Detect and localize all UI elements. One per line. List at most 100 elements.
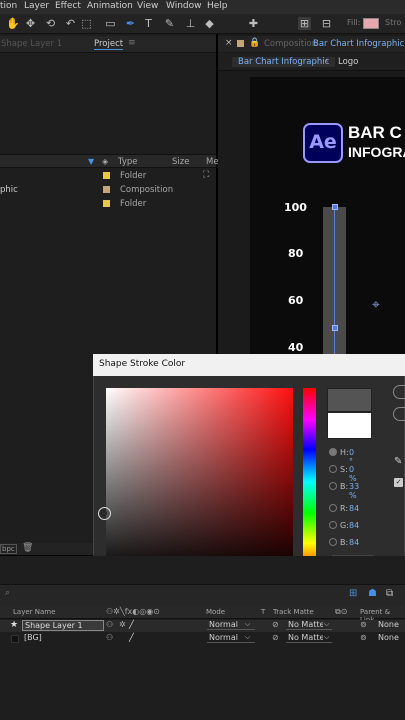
- mode-dropdown[interactable]: Normal ⌵: [207, 633, 255, 643]
- fill-label: Fill:: [347, 18, 361, 27]
- graph-editor-icon[interactable]: ☗: [368, 588, 377, 599]
- radio-b[interactable]: [329, 482, 337, 490]
- chevron-down-icon: ⌵: [324, 620, 330, 628]
- pen-tool-icon[interactable]: ✒: [124, 17, 137, 30]
- ytick-label: 60: [288, 294, 304, 307]
- project-row[interactable]: Folder: [0, 197, 216, 211]
- collapse-icon[interactable]: ✲: [119, 620, 126, 629]
- timeline-layer-row[interactable]: ★ Shape Layer 1 ⚇ ✲ ╱ Normal ⌵ ⊘ No Matte…: [0, 620, 405, 632]
- anchor-point-icon[interactable]: ⌖: [372, 297, 380, 313]
- star-icon: ★: [10, 620, 19, 630]
- project-row[interactable]: phic Composition: [0, 183, 216, 197]
- viewer-tab-comp[interactable]: Bar Chart Infographic: [313, 39, 404, 49]
- menu-view[interactable]: View: [137, 1, 158, 11]
- ok-button[interactable]: [393, 385, 405, 399]
- mode-dropdown[interactable]: Normal ⌵: [207, 620, 255, 630]
- layer-label-swatch[interactable]: [11, 635, 19, 643]
- undo-icon[interactable]: ↶: [64, 17, 77, 30]
- r-value[interactable]: 84: [349, 504, 359, 513]
- g-value[interactable]: 84: [349, 521, 359, 530]
- close-icon[interactable]: ×: [225, 38, 233, 48]
- col-mode[interactable]: Mode: [206, 608, 225, 616]
- original-color-swatch[interactable]: [327, 412, 372, 439]
- eraser-icon[interactable]: ◆: [203, 17, 216, 30]
- menu-animation[interactable]: Animation: [87, 1, 133, 11]
- label-tag-icon[interactable]: ◈: [102, 157, 108, 166]
- tab-effect-controls[interactable]: Shape Layer 1: [1, 39, 62, 49]
- eyedropper-icon[interactable]: ✎: [394, 456, 402, 467]
- bpc-button[interactable]: bpc: [0, 544, 17, 554]
- col-type[interactable]: Type: [118, 157, 138, 167]
- sort-arrow-icon[interactable]: ▼: [88, 157, 94, 166]
- panel-menu-icon[interactable]: ≡: [128, 38, 136, 48]
- move-icon[interactable]: ✥: [24, 17, 37, 30]
- snapping-icon[interactable]: ⊞: [298, 17, 311, 30]
- layer-name[interactable]: [BG]: [24, 633, 42, 642]
- layer-name-field[interactable]: Shape Layer 1: [22, 620, 104, 631]
- shy-icon[interactable]: ⚇: [106, 633, 113, 642]
- radio-s[interactable]: [329, 465, 337, 473]
- menu-composition[interactable]: tion: [0, 1, 17, 11]
- camera-orbit-icon[interactable]: ⬚: [80, 17, 93, 30]
- timeline-toolbar: ⌕ ⊞ ☗ ⧉: [0, 584, 405, 606]
- pickwhip-icon[interactable]: ⊚: [360, 620, 367, 629]
- align-icon[interactable]: ⊟: [320, 17, 333, 30]
- lock-icon[interactable]: 🔒: [249, 38, 260, 48]
- toolbar: ✋ ✥ ⟲ ↶ ⬚ ▭ ✒ T ✎ ⊥ ◆ ✚ ⊞ ⊟ Fill: Stro: [0, 14, 405, 34]
- shy-icon[interactable]: ⚇: [106, 620, 113, 629]
- radio-g[interactable]: [329, 521, 337, 529]
- puppet-pin-icon[interactable]: ✚: [247, 17, 260, 30]
- saturation-brightness-field[interactable]: [106, 388, 293, 575]
- matte-value: No Matte: [288, 633, 323, 642]
- col-track-matte[interactable]: Track Matte: [273, 608, 314, 616]
- dialog-title: Shape Stroke Color: [93, 354, 405, 376]
- track-matte-dropdown[interactable]: No Matte ⌵: [286, 633, 332, 643]
- rotate-icon[interactable]: ⟲: [44, 17, 57, 30]
- radio-h[interactable]: [329, 448, 337, 456]
- parent-value[interactable]: None: [378, 620, 399, 629]
- hand-icon[interactable]: ✋: [6, 17, 20, 30]
- s-value[interactable]: 0 %: [349, 465, 357, 483]
- color-picker-cursor[interactable]: [98, 507, 111, 520]
- radio-r[interactable]: [329, 504, 337, 512]
- path-vertex-handle[interactable]: [332, 204, 338, 210]
- clone-stamp-icon[interactable]: ⊥: [184, 17, 197, 30]
- project-row[interactable]: Folder ⛶: [0, 169, 216, 183]
- hue-slider[interactable]: [303, 388, 316, 575]
- col-media[interactable]: Me: [206, 157, 219, 167]
- matte-source-icon[interactable]: ⊘: [272, 633, 279, 642]
- trash-icon[interactable]: 🗑: [22, 543, 33, 553]
- comp-canvas[interactable]: Ae BAR C INFOGRA 100 80 60 40 ⌖: [250, 77, 405, 357]
- quality-icon[interactable]: ╱: [129, 633, 134, 642]
- menu-help[interactable]: Help: [207, 1, 228, 11]
- radio-b2[interactable]: [329, 538, 337, 546]
- menu-effect[interactable]: Effect: [55, 1, 81, 11]
- only-web-colors-checkbox[interactable]: ✓: [394, 478, 403, 487]
- crumb-next[interactable]: Logo: [338, 57, 358, 67]
- matte-source-icon[interactable]: ⊘: [272, 620, 279, 629]
- h-value[interactable]: 0 °: [349, 448, 354, 466]
- search-icon[interactable]: ⌕: [5, 588, 10, 598]
- motion-blur-icon[interactable]: ⊞: [349, 588, 357, 599]
- menu-layer[interactable]: Layer: [24, 1, 49, 11]
- col-t[interactable]: T: [261, 608, 265, 616]
- path-vertex-handle[interactable]: [332, 325, 338, 331]
- track-matte-dropdown[interactable]: No Matte ⌵: [286, 620, 332, 630]
- quality-icon[interactable]: ╱: [129, 620, 134, 629]
- crumb-active[interactable]: Bar Chart Infographic: [232, 57, 336, 67]
- draft-3d-icon[interactable]: ⧉: [386, 588, 393, 599]
- pickwhip-icon[interactable]: ⊚: [360, 633, 367, 642]
- parent-value[interactable]: None: [378, 633, 399, 642]
- col-size[interactable]: Size: [172, 157, 189, 167]
- b2-value[interactable]: 84: [349, 538, 359, 547]
- brush-tool-icon[interactable]: ✎: [163, 17, 176, 30]
- col-layer-name[interactable]: Layer Name: [13, 608, 55, 616]
- text-tool-icon[interactable]: T: [142, 17, 155, 30]
- fill-swatch[interactable]: [363, 18, 379, 29]
- b-value[interactable]: 33 %: [349, 482, 359, 500]
- tab-project[interactable]: Project: [94, 39, 124, 50]
- timeline-layer-row[interactable]: [BG] ⚇ ╱ Normal ⌵ ⊘ No Matte ⌵ ⊚ None: [0, 633, 405, 645]
- rectangle-tool-icon[interactable]: ▭: [104, 17, 117, 30]
- menu-window[interactable]: Window: [166, 1, 202, 11]
- cancel-button[interactable]: [393, 407, 405, 421]
